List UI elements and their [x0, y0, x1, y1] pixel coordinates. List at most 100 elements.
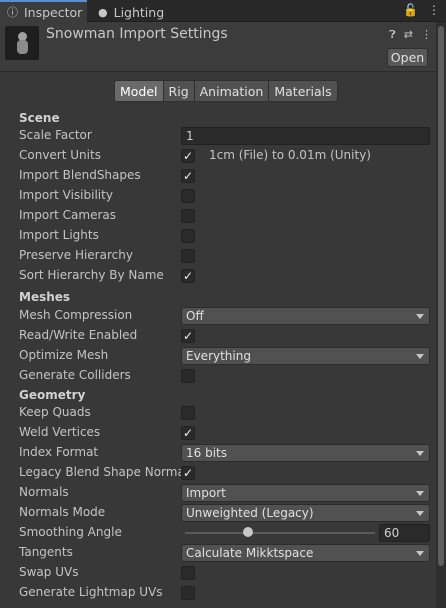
- normals-value: Import: [186, 486, 226, 500]
- chevron-down-icon: [416, 491, 424, 496]
- chevron-down-icon: [416, 551, 424, 556]
- row-normals: Normals Import: [0, 483, 436, 503]
- convert-units-label: Convert Units: [19, 148, 101, 162]
- read-write-label: Read/Write Enabled: [19, 328, 138, 342]
- index-format-dropdown[interactable]: 16 bits: [181, 444, 430, 462]
- bulb-icon: ●: [98, 5, 108, 19]
- import-lights-checkbox[interactable]: [181, 229, 195, 243]
- window-tab-bar: ⓘ Inspector ● Lighting 🔓 ⋮: [0, 0, 446, 22]
- tab-materials[interactable]: Materials: [269, 80, 338, 102]
- smoothing-angle-label: Smoothing Angle: [19, 525, 122, 539]
- convert-units-checkbox[interactable]: ✓: [181, 149, 195, 163]
- info-icon: ⓘ: [7, 6, 18, 19]
- import-settings-tabs: Model Rig Animation Materials: [114, 80, 338, 102]
- row-import-blendshapes: Import BlendShapes ✓: [0, 166, 436, 186]
- sort-hierarchy-label: Sort Hierarchy By Name: [19, 268, 164, 282]
- normals-label: Normals: [19, 485, 69, 499]
- mesh-compression-label: Mesh Compression: [19, 308, 133, 322]
- scale-factor-input[interactable]: 1: [181, 127, 430, 145]
- import-lights-label: Import Lights: [19, 228, 99, 242]
- tab-inspector[interactable]: ⓘ Inspector: [0, 0, 87, 22]
- scale-factor-label: Scale Factor: [19, 128, 92, 142]
- row-generate-lightmap-uvs: Generate Lightmap UVs: [0, 583, 436, 603]
- scrollbar-thumb[interactable]: [438, 26, 444, 566]
- index-format-label: Index Format: [19, 445, 99, 459]
- import-cameras-checkbox[interactable]: [181, 209, 195, 223]
- more-menu-icon[interactable]: ⋮: [428, 3, 440, 17]
- model-preview-icon: [5, 26, 39, 60]
- chevron-down-icon: [416, 511, 424, 516]
- generate-colliders-label: Generate Colliders: [19, 368, 131, 382]
- row-import-cameras: Import Cameras: [0, 206, 436, 226]
- generate-colliders-checkbox[interactable]: [181, 369, 195, 383]
- row-index-format: Index Format 16 bits: [0, 443, 436, 463]
- row-weld-vertices: Weld Vertices ✓: [0, 423, 436, 443]
- row-scale-factor: Scale Factor 1: [0, 126, 436, 146]
- keep-quads-checkbox[interactable]: [181, 406, 195, 420]
- import-cameras-label: Import Cameras: [19, 208, 116, 222]
- inspector-header: Snowman Import Settings ❓︎ ⇄ ⋮ Open: [0, 22, 436, 72]
- keep-quads-label: Keep Quads: [19, 405, 91, 419]
- chevron-down-icon: [416, 354, 424, 359]
- lock-icon[interactable]: 🔓: [403, 3, 418, 17]
- import-visibility-checkbox[interactable]: [181, 189, 195, 203]
- tangents-dropdown[interactable]: Calculate Mikktspace: [181, 544, 430, 562]
- convert-units-note: 1cm (File) to 0.01m (Unity): [209, 148, 371, 162]
- row-swap-uvs: Swap UVs: [0, 563, 436, 583]
- chevron-down-icon: [416, 314, 424, 319]
- swap-uvs-label: Swap UVs: [19, 565, 79, 579]
- sort-hierarchy-checkbox[interactable]: ✓: [181, 269, 195, 283]
- vertical-scrollbar[interactable]: [436, 22, 446, 608]
- import-blendshapes-label: Import BlendShapes: [19, 168, 141, 182]
- row-keep-quads: Keep Quads: [0, 403, 436, 423]
- tangents-label: Tangents: [19, 545, 73, 559]
- tab-bar-controls: 🔓 ⋮: [403, 3, 440, 17]
- header-icons: ❓︎ ⇄ ⋮: [389, 28, 432, 42]
- generate-lightmap-uvs-checkbox[interactable]: [181, 586, 195, 600]
- asset-title: Snowman Import Settings: [46, 26, 228, 42]
- tab-lighting[interactable]: ● Lighting: [98, 2, 164, 22]
- legacy-blend-label: Legacy Blend Shape Normals: [19, 465, 195, 479]
- row-generate-colliders: Generate Colliders: [0, 366, 436, 386]
- generate-lightmap-uvs-label: Generate Lightmap UVs: [19, 585, 163, 599]
- optimize-mesh-dropdown[interactable]: Everything: [181, 347, 430, 365]
- tab-animation[interactable]: Animation: [194, 80, 270, 102]
- tab-inspector-label: Inspector: [24, 4, 83, 20]
- swap-uvs-checkbox[interactable]: [181, 566, 195, 580]
- normals-dropdown[interactable]: Import: [181, 484, 430, 502]
- smoothing-angle-slider-handle[interactable]: [243, 527, 254, 537]
- row-normals-mode: Normals Mode Unweighted (Legacy): [0, 503, 436, 523]
- index-format-value: 16 bits: [186, 446, 227, 460]
- section-meshes: Meshes: [19, 290, 71, 304]
- normals-mode-value: Unweighted (Legacy): [186, 506, 314, 520]
- legacy-blend-checkbox[interactable]: ✓: [181, 466, 195, 480]
- tab-model[interactable]: Model: [114, 80, 164, 102]
- import-visibility-label: Import Visibility: [19, 188, 113, 202]
- row-preserve-hierarchy: Preserve Hierarchy: [0, 246, 436, 266]
- smoothing-angle-slider-track[interactable]: [185, 532, 375, 534]
- section-scene: Scene: [19, 111, 60, 125]
- tab-lighting-label: Lighting: [113, 4, 165, 20]
- row-convert-units: Convert Units ✓ 1cm (File) to 0.01m (Uni…: [0, 146, 436, 166]
- help-icon[interactable]: ❓︎: [389, 28, 396, 42]
- smoothing-angle-input[interactable]: 60: [379, 524, 430, 542]
- weld-vertices-label: Weld Vertices: [19, 425, 101, 439]
- mesh-compression-dropdown[interactable]: Off: [181, 307, 430, 325]
- preset-icon[interactable]: ⇄: [404, 28, 413, 42]
- row-import-lights: Import Lights: [0, 226, 436, 246]
- read-write-checkbox[interactable]: ✓: [181, 329, 195, 343]
- normals-mode-dropdown[interactable]: Unweighted (Legacy): [181, 504, 430, 522]
- optimize-mesh-label: Optimize Mesh: [19, 348, 109, 362]
- row-mesh-compression: Mesh Compression Off: [0, 306, 436, 326]
- open-button[interactable]: Open: [387, 48, 428, 67]
- row-tangents: Tangents Calculate Mikktspace: [0, 543, 436, 563]
- optimize-mesh-value: Everything: [186, 349, 251, 363]
- mesh-compression-value: Off: [186, 309, 204, 323]
- row-import-visibility: Import Visibility: [0, 186, 436, 206]
- tab-rig[interactable]: Rig: [163, 80, 195, 102]
- context-menu-icon[interactable]: ⋮: [421, 28, 432, 42]
- row-read-write: Read/Write Enabled ✓: [0, 326, 436, 346]
- weld-vertices-checkbox[interactable]: ✓: [181, 426, 195, 440]
- import-blendshapes-checkbox[interactable]: ✓: [181, 169, 195, 183]
- preserve-hierarchy-checkbox[interactable]: [181, 249, 195, 263]
